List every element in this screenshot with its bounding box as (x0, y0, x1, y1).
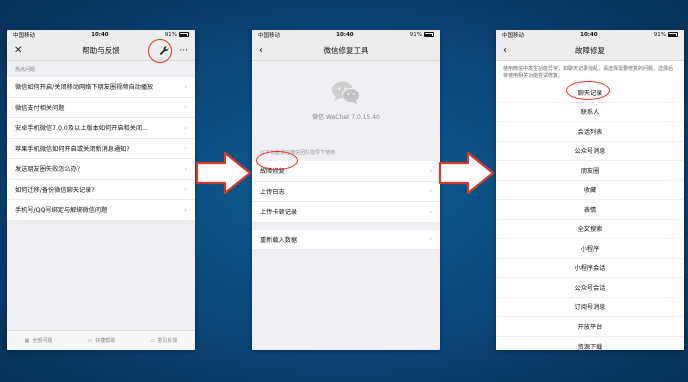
time-label: 10:40 (336, 32, 354, 38)
faq-item[interactable]: 安卓手机微信7.0.0及以上版本如何开启和关闭... › (7, 118, 195, 139)
back-icon[interactable]: ‹ (259, 40, 263, 61)
arrow-right-icon (195, 151, 252, 195)
logo-area: 微信 WeChat 7.0.15.40 (252, 61, 440, 139)
carrier-label: 中国移动 (13, 33, 36, 39)
section-label: 热点问题 (15, 67, 36, 73)
tool-list: 故障修复 › 上传日志 › 上传卡顿记录 › (252, 161, 440, 223)
contacts-option[interactable]: 联系人 (496, 103, 684, 122)
resource-download-option[interactable]: 资源下载 (496, 337, 684, 350)
description-text: 使用微信中发生功能异常，如聊天记录混乱，请选择需要修复的问题，选择后将使用相关功… (496, 61, 684, 83)
battery-indicator: 91% (410, 32, 434, 38)
arrow-right-icon (438, 151, 495, 195)
list-icon: ▦ (24, 338, 30, 344)
chevron-right-icon: › (429, 235, 432, 244)
status-bar: 中国移动 10:40 91% (7, 30, 195, 40)
subscription-messages-option[interactable]: 订阅号消息 (496, 298, 684, 317)
page-title: 微信修复工具 (323, 45, 369, 55)
hint-text: 以下功能请在微信团队指导下使用 (260, 150, 336, 156)
version-label: 微信 WeChat 7.0.15.40 (312, 113, 380, 121)
chevron-right-icon: › (184, 123, 187, 132)
upload-log-item[interactable]: 上传日志 › (252, 182, 440, 202)
nav-bar: ✕ 帮助与反馈 ··· (7, 40, 195, 61)
faq-item[interactable]: 微信如何开启/关闭移动网络下朋友圈视频自动播放 › (7, 77, 195, 98)
wechat-logo-icon (332, 81, 360, 104)
session-list-option[interactable]: 会话列表 (496, 122, 684, 142)
upload-lag-record-item[interactable]: 上传卡顿记录 › (252, 202, 440, 223)
reload-data-item[interactable]: 重新载入数据 › (252, 230, 440, 250)
nav-bar: ‹ 故障修复 (496, 40, 684, 61)
repair-option-list: 聊天记录 联系人 会话列表 公众号消息 朋友圈 收藏 表情 全文搜索 小程序 小… (496, 83, 684, 350)
battery-icon (667, 32, 678, 37)
chat-history-option[interactable]: 聊天记录 (496, 83, 684, 103)
time-label: 10:40 (91, 32, 109, 38)
open-platform-option[interactable]: 开放平台 (496, 317, 684, 337)
full-text-search-option[interactable]: 全文搜索 (496, 220, 684, 239)
mini-program-session-option[interactable]: 小程序会话 (496, 259, 684, 278)
battery-indicator: 91% (654, 32, 678, 38)
official-account-messages-option[interactable]: 公众号消息 (496, 142, 684, 161)
chevron-right-icon: › (184, 144, 187, 153)
stickers-option[interactable]: 表情 (496, 200, 684, 220)
bottom-toolbar: ▦ 全部问题 ▭ 快捷帮助 ▱ 意见反馈 (7, 330, 195, 350)
feedback-button[interactable]: ▱ 意见反馈 (151, 337, 178, 344)
page-title: 帮助与反馈 (82, 45, 120, 55)
message-icon: ▱ (150, 338, 155, 344)
time-label: 10:40 (580, 32, 598, 38)
phone-help-feedback: 中国移动 10:40 91% ✕ 帮助与反馈 ··· 热点问题 微信如何开启/关… (7, 30, 195, 350)
chevron-right-icon: › (429, 207, 432, 216)
status-bar: 中国移动 10:40 91% (496, 30, 684, 40)
favorites-option[interactable]: 收藏 (496, 181, 684, 200)
faq-item[interactable]: 手机号/QQ号绑定与解绑微信问题 › (7, 200, 195, 221)
faq-item[interactable]: 苹果手机微信如何开启或关闭新消息通知? › (7, 139, 195, 159)
moments-option[interactable]: 朋友圈 (496, 161, 684, 181)
chevron-right-icon: › (184, 82, 187, 91)
wrench-icon[interactable] (157, 44, 170, 57)
chevron-right-icon: › (184, 103, 187, 112)
chevron-right-icon: › (184, 164, 187, 173)
official-account-session-option[interactable]: 公众号会话 (496, 278, 684, 298)
battery-icon (178, 32, 189, 37)
chevron-right-icon: › (184, 205, 187, 214)
fault-repair-item[interactable]: 故障修复 › (252, 161, 440, 182)
phone-fault-repair: 中国移动 10:40 91% ‹ 故障修复 使用微信中发生功能异常，如聊天记录混… (496, 30, 684, 350)
phone-repair-tool: 中国移动 10:40 91% ‹ 微信修复工具 微信 WeChat 7.0.15… (252, 30, 440, 350)
carrier-label: 中国移动 (502, 33, 525, 39)
nav-bar: ‹ 微信修复工具 (252, 40, 440, 61)
faq-item[interactable]: 发送朋友圈失败怎么办? › (7, 159, 195, 180)
quick-help-button[interactable]: ▭ 快捷帮助 (88, 337, 116, 344)
chevron-right-icon: › (429, 166, 432, 175)
battery-indicator: 91% (165, 32, 189, 38)
book-icon: ▭ (87, 338, 93, 344)
battery-icon (423, 32, 434, 37)
mini-program-option[interactable]: 小程序 (496, 239, 684, 259)
faq-item[interactable]: 微信支付相关问题 › (7, 98, 195, 118)
chevron-right-icon: › (184, 185, 187, 194)
faq-list: 微信如何开启/关闭移动网络下朋友圈视频自动播放 › 微信支付相关问题 › 安卓手机微… (7, 77, 195, 221)
page-title: 故障修复 (575, 45, 605, 55)
faq-item[interactable]: 如何迁移/备份微信聊天记录? › (7, 180, 195, 200)
all-questions-button[interactable]: ▦ 全部问题 (25, 337, 53, 344)
status-bar: 中国移动 10:40 91% (252, 30, 440, 40)
reload-list: 重新载入数据 › (252, 229, 440, 250)
carrier-label: 中国移动 (258, 33, 281, 39)
close-icon[interactable]: ✕ (14, 40, 22, 61)
back-icon[interactable]: ‹ (503, 40, 507, 61)
chevron-right-icon: › (429, 187, 432, 196)
more-icon[interactable]: ··· (179, 46, 188, 56)
